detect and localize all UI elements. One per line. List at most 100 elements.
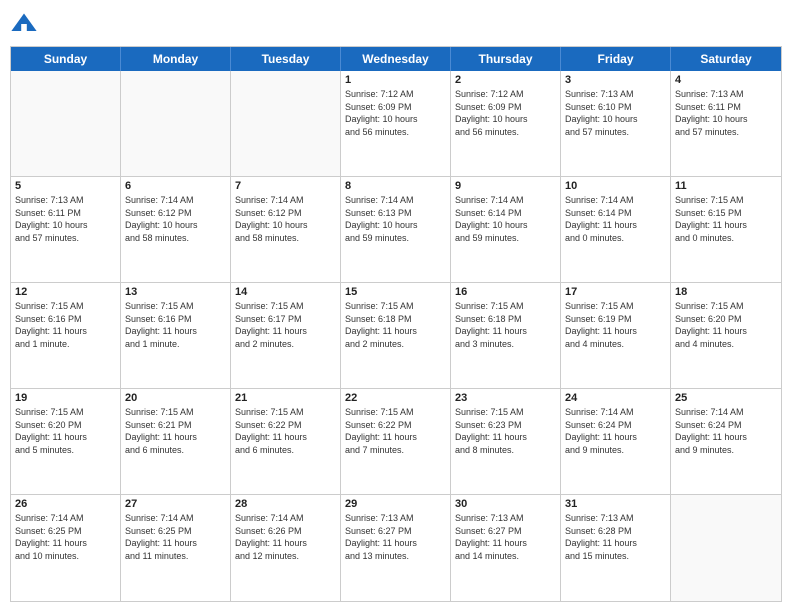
day-number: 8: [345, 180, 446, 192]
cell-info: Sunrise: 7:15 AM Sunset: 6:15 PM Dayligh…: [675, 194, 777, 244]
calendar-row: 5 Sunrise: 7:13 AM Sunset: 6:11 PM Daylig…: [11, 177, 781, 283]
day-header-sunday: Sunday: [11, 47, 121, 71]
calendar-cell: 9 Sunrise: 7:14 AM Sunset: 6:14 PM Daylig…: [451, 177, 561, 282]
calendar-cell: 19 Sunrise: 7:15 AM Sunset: 6:20 PM Dayli…: [11, 389, 121, 494]
cell-info: Sunrise: 7:14 AM Sunset: 6:13 PM Dayligh…: [345, 194, 446, 244]
day-number: 21: [235, 392, 336, 404]
day-header-saturday: Saturday: [671, 47, 781, 71]
cell-info: Sunrise: 7:13 AM Sunset: 6:11 PM Dayligh…: [15, 194, 116, 244]
cell-info: Sunrise: 7:13 AM Sunset: 6:11 PM Dayligh…: [675, 88, 777, 138]
day-number: 10: [565, 180, 666, 192]
calendar-cell: 22 Sunrise: 7:15 AM Sunset: 6:22 PM Dayli…: [341, 389, 451, 494]
calendar-row: 1 Sunrise: 7:12 AM Sunset: 6:09 PM Daylig…: [11, 71, 781, 177]
cell-info: Sunrise: 7:14 AM Sunset: 6:25 PM Dayligh…: [125, 512, 226, 562]
calendar-cell: 3 Sunrise: 7:13 AM Sunset: 6:10 PM Daylig…: [561, 71, 671, 176]
cell-info: Sunrise: 7:15 AM Sunset: 6:21 PM Dayligh…: [125, 406, 226, 456]
day-number: 19: [15, 392, 116, 404]
day-number: 28: [235, 498, 336, 510]
cell-info: Sunrise: 7:15 AM Sunset: 6:18 PM Dayligh…: [455, 300, 556, 350]
calendar-header: SundayMondayTuesdayWednesdayThursdayFrid…: [11, 47, 781, 71]
cell-info: Sunrise: 7:15 AM Sunset: 6:16 PM Dayligh…: [125, 300, 226, 350]
page-header: [10, 10, 782, 38]
calendar-cell: 13 Sunrise: 7:15 AM Sunset: 6:16 PM Dayli…: [121, 283, 231, 388]
cell-info: Sunrise: 7:14 AM Sunset: 6:12 PM Dayligh…: [125, 194, 226, 244]
cell-info: Sunrise: 7:15 AM Sunset: 6:16 PM Dayligh…: [15, 300, 116, 350]
calendar-cell: 23Sunrise: 7:15 AM Sunset: 6:23 PM Dayli…: [451, 389, 561, 494]
cell-info: Sunrise: 7:15 AM Sunset: 6:20 PM Dayligh…: [15, 406, 116, 456]
calendar-cell: 29 Sunrise: 7:13 AM Sunset: 6:27 PM Dayli…: [341, 495, 451, 601]
cell-info: Sunrise: 7:14 AM Sunset: 6:24 PM Dayligh…: [565, 406, 666, 456]
cell-info: Sunrise: 7:15 AM Sunset: 6:17 PM Dayligh…: [235, 300, 336, 350]
day-header-wednesday: Wednesday: [341, 47, 451, 71]
calendar-cell: [231, 71, 341, 176]
day-number: 15: [345, 286, 446, 298]
cell-info: Sunrise: 7:15 AM Sunset: 6:19 PM Dayligh…: [565, 300, 666, 350]
day-header-thursday: Thursday: [451, 47, 561, 71]
cell-info: Sunrise: 7:13 AM Sunset: 6:28 PM Dayligh…: [565, 512, 666, 562]
calendar-cell: 14 Sunrise: 7:15 AM Sunset: 6:17 PM Dayli…: [231, 283, 341, 388]
day-header-monday: Monday: [121, 47, 231, 71]
day-number: 16: [455, 286, 556, 298]
calendar-cell: 24 Sunrise: 7:14 AM Sunset: 6:24 PM Dayli…: [561, 389, 671, 494]
day-number: 1: [345, 74, 446, 86]
calendar: SundayMondayTuesdayWednesdayThursdayFrid…: [10, 46, 782, 602]
logo: [10, 10, 42, 38]
calendar-cell: 16 Sunrise: 7:15 AM Sunset: 6:18 PM Dayli…: [451, 283, 561, 388]
calendar-cell: 1Sunrise: 7:12 AM Sunset: 6:09 PM Daylig…: [341, 71, 451, 176]
calendar-cell: 11 Sunrise: 7:15 AM Sunset: 6:15 PM Dayli…: [671, 177, 781, 282]
calendar-cell: 27 Sunrise: 7:14 AM Sunset: 6:25 PM Dayli…: [121, 495, 231, 601]
logo-icon: [10, 10, 38, 38]
calendar-cell: 6 Sunrise: 7:14 AM Sunset: 6:12 PM Daylig…: [121, 177, 231, 282]
calendar-cell: 7Sunrise: 7:14 AM Sunset: 6:12 PM Daylig…: [231, 177, 341, 282]
calendar-cell: [121, 71, 231, 176]
calendar-cell: 2 Sunrise: 7:12 AM Sunset: 6:09 PM Daylig…: [451, 71, 561, 176]
cell-info: Sunrise: 7:15 AM Sunset: 6:22 PM Dayligh…: [235, 406, 336, 456]
cell-info: Sunrise: 7:15 AM Sunset: 6:20 PM Dayligh…: [675, 300, 777, 350]
calendar-cell: 4Sunrise: 7:13 AM Sunset: 6:11 PM Daylig…: [671, 71, 781, 176]
day-number: 9: [455, 180, 556, 192]
cell-info: Sunrise: 7:13 AM Sunset: 6:27 PM Dayligh…: [455, 512, 556, 562]
calendar-row: 19 Sunrise: 7:15 AM Sunset: 6:20 PM Dayli…: [11, 389, 781, 495]
day-number: 18: [675, 286, 777, 298]
cell-info: Sunrise: 7:15 AM Sunset: 6:22 PM Dayligh…: [345, 406, 446, 456]
day-number: 13: [125, 286, 226, 298]
day-number: 27: [125, 498, 226, 510]
cell-info: Sunrise: 7:13 AM Sunset: 6:27 PM Dayligh…: [345, 512, 446, 562]
day-number: 12: [15, 286, 116, 298]
day-number: 3: [565, 74, 666, 86]
cell-info: Sunrise: 7:12 AM Sunset: 6:09 PM Dayligh…: [455, 88, 556, 138]
day-number: 14: [235, 286, 336, 298]
calendar-cell: 8 Sunrise: 7:14 AM Sunset: 6:13 PM Daylig…: [341, 177, 451, 282]
cell-info: Sunrise: 7:15 AM Sunset: 6:23 PM Dayligh…: [455, 406, 556, 456]
calendar-row: 26 Sunrise: 7:14 AM Sunset: 6:25 PM Dayli…: [11, 495, 781, 601]
calendar-cell: 10 Sunrise: 7:14 AM Sunset: 6:14 PM Dayli…: [561, 177, 671, 282]
day-number: 2: [455, 74, 556, 86]
day-number: 25: [675, 392, 777, 404]
calendar-cell: [671, 495, 781, 601]
cell-info: Sunrise: 7:15 AM Sunset: 6:18 PM Dayligh…: [345, 300, 446, 350]
day-number: 17: [565, 286, 666, 298]
cell-info: Sunrise: 7:14 AM Sunset: 6:26 PM Dayligh…: [235, 512, 336, 562]
cell-info: Sunrise: 7:14 AM Sunset: 6:14 PM Dayligh…: [455, 194, 556, 244]
calendar-row: 12 Sunrise: 7:15 AM Sunset: 6:16 PM Dayli…: [11, 283, 781, 389]
day-number: 24: [565, 392, 666, 404]
cell-info: Sunrise: 7:13 AM Sunset: 6:10 PM Dayligh…: [565, 88, 666, 138]
calendar-cell: 17 Sunrise: 7:15 AM Sunset: 6:19 PM Dayli…: [561, 283, 671, 388]
day-number: 5: [15, 180, 116, 192]
calendar-cell: 28 Sunrise: 7:14 AM Sunset: 6:26 PM Dayli…: [231, 495, 341, 601]
day-number: 20: [125, 392, 226, 404]
cell-info: Sunrise: 7:14 AM Sunset: 6:25 PM Dayligh…: [15, 512, 116, 562]
day-number: 6: [125, 180, 226, 192]
cell-info: Sunrise: 7:14 AM Sunset: 6:14 PM Dayligh…: [565, 194, 666, 244]
day-number: 7: [235, 180, 336, 192]
day-number: 11: [675, 180, 777, 192]
calendar-cell: 26 Sunrise: 7:14 AM Sunset: 6:25 PM Dayli…: [11, 495, 121, 601]
calendar-cell: 12 Sunrise: 7:15 AM Sunset: 6:16 PM Dayli…: [11, 283, 121, 388]
calendar-cell: 30Sunrise: 7:13 AM Sunset: 6:27 PM Dayli…: [451, 495, 561, 601]
day-number: 31: [565, 498, 666, 510]
day-number: 22: [345, 392, 446, 404]
day-number: 29: [345, 498, 446, 510]
day-number: 26: [15, 498, 116, 510]
calendar-cell: 15 Sunrise: 7:15 AM Sunset: 6:18 PM Dayli…: [341, 283, 451, 388]
calendar-cell: 31 Sunrise: 7:13 AM Sunset: 6:28 PM Dayli…: [561, 495, 671, 601]
